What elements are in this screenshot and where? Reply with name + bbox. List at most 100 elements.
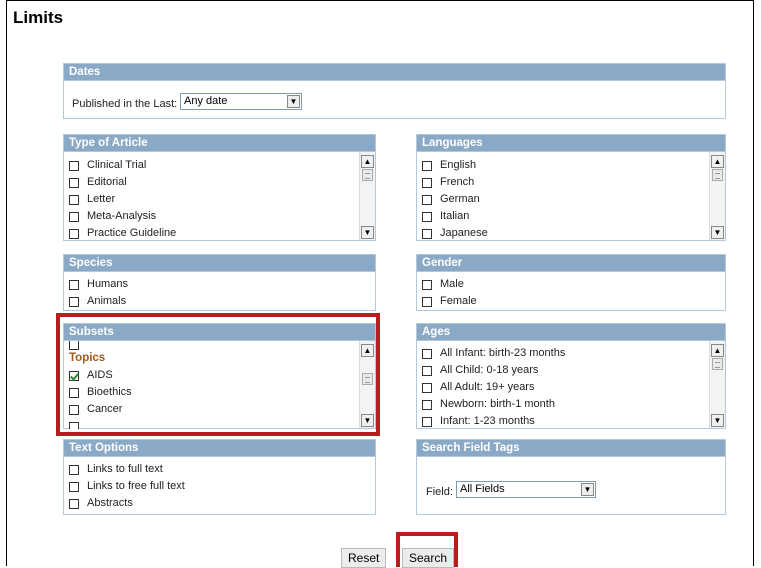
- species-list: Humans Animals: [64, 276, 375, 310]
- checkbox[interactable]: [422, 416, 432, 427]
- list-item[interactable]: Humans: [64, 276, 375, 293]
- list-item[interactable]: German: [417, 191, 709, 208]
- search-button[interactable]: Search: [402, 548, 455, 568]
- list-item-partial[interactable]: [64, 418, 359, 429]
- checkbox[interactable]: [69, 296, 79, 307]
- scroll-up-arrow-icon[interactable]: ▲: [711, 155, 724, 168]
- list-item[interactable]: Female: [417, 293, 725, 310]
- field-select-value: All Fields: [460, 483, 505, 495]
- scroll-down-arrow-icon[interactable]: ▼: [361, 414, 374, 427]
- subsets-panel: Subsets Topics AIDS Bioethics Cancer ▲ ▼: [63, 323, 376, 429]
- ages-scrollbar[interactable]: ▲ ▼: [709, 341, 725, 428]
- list-item[interactable]: French: [417, 174, 709, 191]
- languages-header: Languages: [417, 135, 725, 152]
- field-select[interactable]: All Fields ▼: [456, 481, 596, 498]
- scroll-thumb[interactable]: [362, 169, 373, 181]
- checkbox[interactable]: [69, 481, 79, 492]
- checkbox[interactable]: [69, 387, 79, 398]
- page-title: Limits: [13, 8, 64, 27]
- list-item[interactable]: Practice Guideline: [64, 225, 359, 241]
- list-item[interactable]: All Child: 0-18 years: [417, 362, 709, 379]
- scroll-up-arrow-icon[interactable]: ▲: [711, 344, 724, 357]
- text-options-list: Links to full text Links to free full te…: [64, 461, 375, 512]
- list-item[interactable]: Links to free full text: [64, 478, 375, 495]
- checkbox[interactable]: [422, 296, 432, 307]
- checkbox[interactable]: [422, 279, 432, 290]
- checkbox-checked[interactable]: [69, 370, 79, 381]
- text-options-header: Text Options: [64, 440, 375, 457]
- list-item[interactable]: Japanese: [417, 225, 709, 241]
- checkbox[interactable]: [69, 464, 79, 475]
- scroll-up-arrow-icon[interactable]: ▲: [361, 155, 374, 168]
- checkbox[interactable]: [69, 341, 79, 350]
- scroll-down-arrow-icon[interactable]: ▼: [711, 414, 724, 427]
- subsets-header: Subsets: [64, 324, 375, 341]
- checkbox[interactable]: [422, 160, 432, 171]
- checkbox[interactable]: [69, 421, 79, 429]
- list-item[interactable]: All Adult: 19+ years: [417, 379, 709, 396]
- list-item[interactable]: All Infant: birth-23 months: [417, 345, 709, 362]
- checkbox[interactable]: [69, 194, 79, 205]
- date-select[interactable]: Any date ▼: [180, 93, 302, 110]
- reset-button[interactable]: Reset: [341, 548, 387, 568]
- checkbox[interactable]: [422, 177, 432, 188]
- list-item[interactable]: AIDS: [64, 367, 359, 384]
- scroll-thumb[interactable]: [362, 373, 373, 385]
- gender-header: Gender: [417, 255, 725, 272]
- published-label: Published in the Last:: [72, 98, 178, 110]
- checkbox[interactable]: [69, 228, 79, 239]
- type-of-article-header: Type of Article: [64, 135, 375, 152]
- list-item-partial[interactable]: [64, 341, 359, 350]
- list-item[interactable]: Editorial: [64, 174, 359, 191]
- list-item[interactable]: Cancer: [64, 401, 359, 418]
- species-panel: Species Humans Animals: [63, 254, 376, 311]
- subsets-scrollbar[interactable]: ▲ ▼: [359, 341, 375, 428]
- list-item[interactable]: Newborn: birth-1 month: [417, 396, 709, 413]
- list-item[interactable]: English: [417, 157, 709, 174]
- list-item[interactable]: Infant: 1-23 months: [417, 413, 709, 429]
- scroll-down-arrow-icon[interactable]: ▼: [711, 226, 724, 239]
- search-field-tags-panel: Search Field Tags Field: All Fields ▼: [416, 439, 726, 515]
- scroll-up-arrow-icon[interactable]: ▲: [361, 344, 374, 357]
- scroll-down-arrow-icon[interactable]: ▼: [361, 226, 374, 239]
- list-item[interactable]: Bioethics: [64, 384, 359, 401]
- checkbox[interactable]: [69, 177, 79, 188]
- list-item[interactable]: Letter: [64, 191, 359, 208]
- type-of-article-scrollbar[interactable]: ▲ ▼: [359, 152, 375, 240]
- chevron-down-icon: ▼: [581, 483, 594, 496]
- checkbox[interactable]: [69, 211, 79, 222]
- list-item[interactable]: Italian: [417, 208, 709, 225]
- checkbox[interactable]: [422, 211, 432, 222]
- list-item[interactable]: Meta-Analysis: [64, 208, 359, 225]
- gender-list: Male Female: [417, 276, 725, 310]
- species-header: Species: [64, 255, 375, 272]
- list-item[interactable]: Male: [417, 276, 725, 293]
- languages-list: English French German Italian Japanese: [417, 157, 709, 241]
- list-item[interactable]: Abstracts: [64, 495, 375, 512]
- scroll-thumb[interactable]: [712, 169, 723, 181]
- ages-list: All Infant: birth-23 months All Child: 0…: [417, 345, 709, 429]
- languages-scrollbar[interactable]: ▲ ▼: [709, 152, 725, 240]
- checkbox[interactable]: [69, 279, 79, 290]
- list-item[interactable]: Links to full text: [64, 461, 375, 478]
- type-of-article-list: Clinical Trial Editorial Letter Meta-Ana…: [64, 157, 359, 241]
- checkbox[interactable]: [69, 160, 79, 171]
- list-item[interactable]: Animals: [64, 293, 375, 310]
- scroll-thumb[interactable]: [712, 358, 723, 370]
- type-of-article-panel: Type of Article Clinical Trial Editorial…: [63, 134, 376, 241]
- ages-header: Ages: [417, 324, 725, 341]
- checkbox[interactable]: [69, 498, 79, 509]
- checkbox[interactable]: [422, 348, 432, 359]
- checkbox[interactable]: [422, 194, 432, 205]
- checkbox[interactable]: [422, 399, 432, 410]
- checkbox[interactable]: [422, 365, 432, 376]
- list-item[interactable]: Clinical Trial: [64, 157, 359, 174]
- gender-panel: Gender Male Female: [416, 254, 726, 311]
- checkbox[interactable]: [422, 228, 432, 239]
- dates-panel: Dates Published in the Last: Any date ▼: [63, 63, 726, 119]
- dates-header: Dates: [64, 64, 725, 81]
- checkbox[interactable]: [69, 404, 79, 415]
- field-label: Field:: [426, 486, 453, 498]
- ages-panel: Ages All Infant: birth-23 months All Chi…: [416, 323, 726, 429]
- checkbox[interactable]: [422, 382, 432, 393]
